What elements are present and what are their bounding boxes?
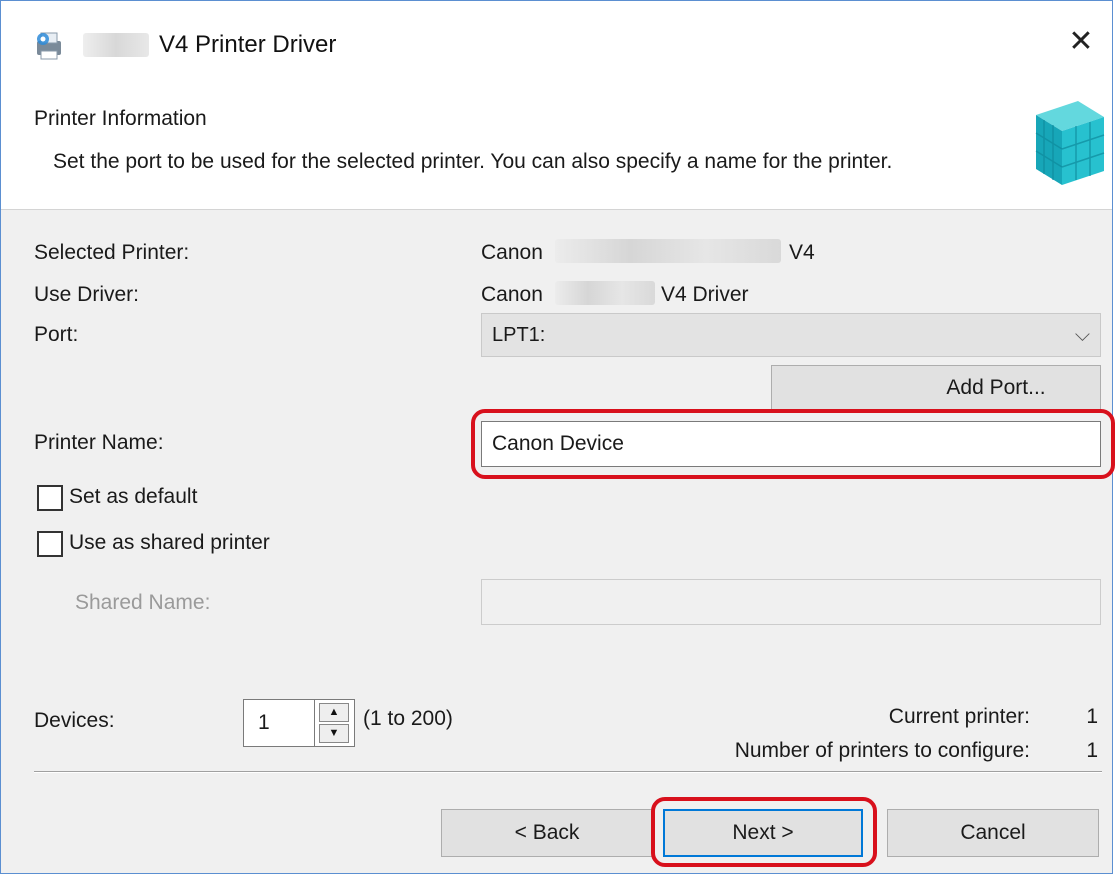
spin-up-icon[interactable]: ▲ [319, 703, 349, 722]
devices-label: Devices: [34, 709, 115, 732]
set-default-label[interactable]: Set as default [69, 485, 197, 509]
selected-printer-prefix: Canon [481, 241, 543, 264]
cancel-button[interactable]: Cancel [887, 809, 1099, 857]
devices-input[interactable]: 1 [243, 699, 315, 747]
footer-divider [34, 771, 1102, 773]
printer-cube-icon [1035, 101, 1105, 185]
back-button[interactable]: < Back [441, 809, 653, 857]
use-driver-prefix: Canon [481, 283, 543, 306]
current-printer-label: Current printer: [888, 705, 1030, 728]
port-select[interactable]: LPT1: ⌵ [481, 313, 1101, 357]
shared-printer-checkbox[interactable] [37, 531, 63, 557]
redacted-driver-model [555, 281, 655, 305]
close-button[interactable]: ✕ [1064, 25, 1098, 59]
chevron-down-icon: ⌵ [1074, 324, 1090, 346]
printer-driver-dialog: V4 Printer Driver ✕ Printer Information … [0, 0, 1115, 874]
configure-count-label: Number of printers to configure: [734, 739, 1030, 762]
configure-count-value: 1 [1086, 739, 1098, 762]
current-printer-value: 1 [1086, 705, 1098, 728]
add-port-button[interactable]: Add Port... [771, 365, 1101, 411]
shared-name-label: Shared Name: [75, 591, 211, 614]
title-bar: V4 Printer Driver ✕ [1, 1, 1112, 85]
next-highlight [651, 797, 877, 867]
spin-down-icon[interactable]: ▼ [319, 724, 349, 743]
cancel-label: Cancel [960, 821, 1026, 844]
devices-range: (1 to 200) [363, 707, 453, 730]
add-port-label: Add Port... [946, 376, 1046, 399]
wizard-header: Printer Information Set the port to be u… [1, 85, 1112, 210]
selected-printer-label: Selected Printer: [34, 241, 190, 264]
port-label: Port: [34, 323, 79, 346]
page-description: Set the port to be used for the selected… [53, 150, 893, 173]
page-title: Printer Information [34, 107, 207, 130]
redacted-model-name [83, 33, 149, 57]
shared-name-field[interactable] [481, 579, 1101, 625]
redacted-printer-model [555, 239, 781, 263]
set-default-checkbox[interactable] [37, 485, 63, 511]
use-driver-label: Use Driver: [34, 283, 140, 306]
port-value: LPT1: [492, 324, 546, 346]
window-title: V4 Printer Driver [159, 31, 337, 58]
printer-name-highlight [471, 409, 1115, 479]
back-label: < Back [514, 821, 580, 844]
use-driver-suffix: V4 Driver [661, 283, 749, 306]
shared-printer-label[interactable]: Use as shared printer [69, 531, 270, 555]
printer-setup-icon [37, 32, 61, 60]
devices-value: 1 [258, 711, 270, 734]
selected-printer-suffix: V4 [789, 241, 815, 264]
printer-name-label: Printer Name: [34, 431, 164, 454]
devices-spinner: ▲ ▼ [315, 699, 355, 747]
